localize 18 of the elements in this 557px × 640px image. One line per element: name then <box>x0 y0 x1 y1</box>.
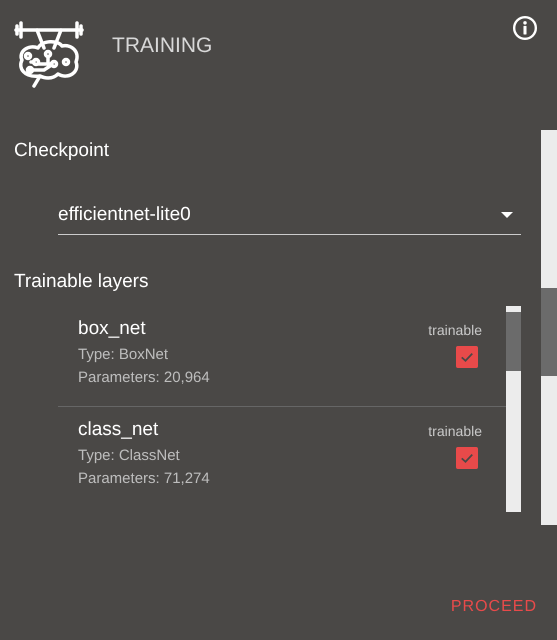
layer-name: class_net <box>78 419 160 441</box>
trainable-checkbox[interactable] <box>456 447 478 469</box>
layer-type: Type: ClassNet <box>78 447 181 464</box>
layer-type: Type: BoxNet <box>78 346 170 363</box>
layer-name: box_net <box>78 318 147 340</box>
section-label: Checkpoint <box>13 140 110 162</box>
trainable-label: trainable <box>428 423 482 439</box>
checkpoint-select[interactable]: efficientnet-lite0 <box>58 204 521 235</box>
scrollbar[interactable] <box>506 306 521 512</box>
page-title: TRAINING <box>112 34 212 58</box>
scrollbar[interactable] <box>541 130 557 525</box>
dropdown-caret-icon <box>501 212 513 218</box>
layer-parameters: Parameters: 20,964 <box>78 369 210 386</box>
info-icon[interactable] <box>512 15 538 41</box>
section-label: Trainable layers <box>13 271 150 293</box>
trainable-checkbox[interactable] <box>456 346 478 368</box>
layer-parameters: Parameters: 71,274 <box>78 470 210 487</box>
trainable-label: trainable <box>428 322 482 338</box>
